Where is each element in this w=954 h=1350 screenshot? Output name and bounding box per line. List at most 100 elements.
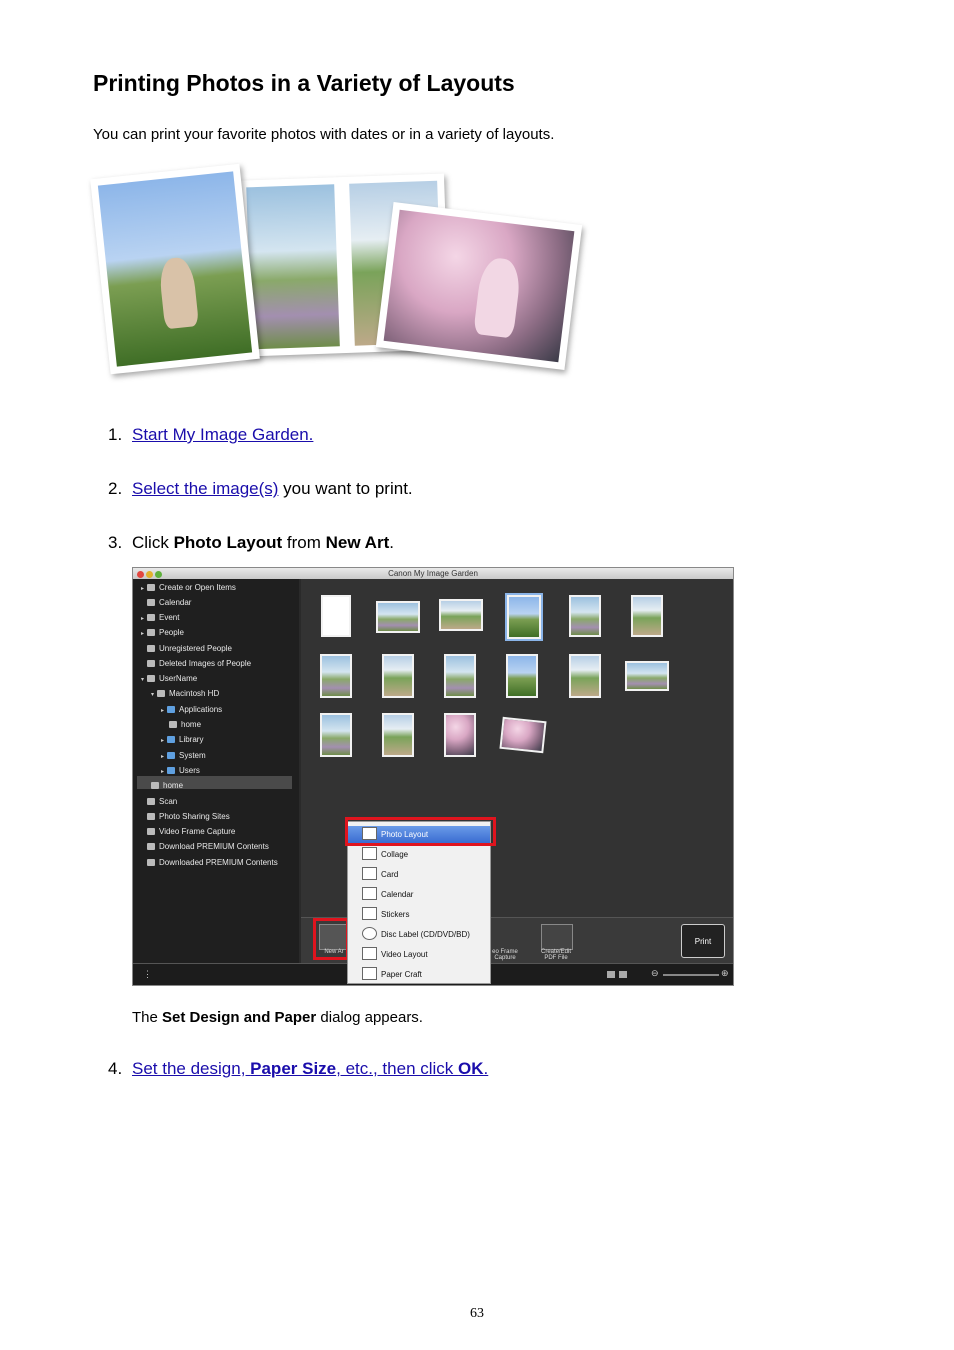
sidebar-item-macintosh-hd[interactable]: ▾ Macintosh HD — [151, 689, 219, 698]
thumbnail-photo[interactable] — [320, 654, 352, 698]
calendar-icon — [147, 599, 155, 606]
thumbnail-photo[interactable] — [320, 713, 352, 757]
paper-craft-icon — [362, 967, 377, 980]
zoom-icon[interactable] — [155, 571, 162, 578]
thumbnail-photo[interactable] — [444, 713, 476, 757]
set-design-link[interactable]: Set the design, Paper Size, etc., then c… — [132, 1059, 488, 1078]
sidebar-item-library[interactable]: ▸ Library — [161, 735, 203, 744]
thumbnail-photo[interactable] — [382, 654, 414, 698]
zoom-slider[interactable] — [663, 974, 719, 976]
print-button[interactable]: Print — [681, 924, 725, 958]
sidebar-item-deleted-people[interactable]: Deleted Images of People — [147, 659, 251, 668]
sidebar-item-calendar[interactable]: Calendar — [147, 598, 191, 607]
step-1: 1. Start My Image Garden. — [108, 425, 313, 445]
event-icon — [147, 614, 155, 621]
sidebar-item-home-2[interactable]: home — [151, 781, 183, 790]
menu-item-disc-label[interactable]: Disc Label (CD/DVD/BD) — [348, 926, 490, 944]
folder-icon — [167, 706, 175, 713]
collage-icon — [362, 847, 377, 860]
menu-item-collage[interactable]: Collage — [348, 846, 490, 864]
thumbnail-photo[interactable] — [439, 599, 483, 631]
photo-child-with-dog — [246, 184, 340, 350]
start-my-image-garden-link[interactable]: Start My Image Garden. — [132, 425, 313, 444]
sidebar-item-applications[interactable]: ▸ Applications — [161, 705, 222, 714]
page-title: Printing Photos in a Variety of Layouts — [93, 70, 515, 96]
drive-icon — [157, 690, 165, 697]
sidebar: ▸ Create or Open Items Calendar ▸ Event ▸ P… — [133, 579, 299, 963]
folder-icon — [167, 767, 175, 774]
folder-icon — [167, 752, 175, 759]
thumbnail-photo-selected[interactable] — [505, 593, 543, 641]
step-text: you want to print. — [278, 479, 413, 498]
step-text: Click — [132, 533, 174, 552]
create-icon — [147, 584, 155, 591]
folder-icon — [167, 736, 175, 743]
step-number: 4. — [108, 1059, 123, 1078]
zoom-in-icon[interactable]: ⊕ — [721, 968, 729, 979]
menu-item-paper-craft[interactable]: Paper Craft — [348, 966, 490, 984]
sidebar-item-video-frame[interactable]: Video Frame Capture — [147, 827, 235, 836]
stickers-icon — [362, 907, 377, 920]
window-title: Canon My Image Garden — [388, 569, 478, 578]
home-icon — [151, 782, 159, 789]
disc-icon — [362, 927, 377, 940]
calendar-icon — [362, 887, 377, 900]
person-icon — [147, 629, 155, 636]
new-art-term: New Art — [325, 533, 390, 552]
menu-item-card[interactable]: Card — [348, 866, 490, 884]
thumbnail-photo[interactable] — [382, 713, 414, 757]
photo-layout-term: Photo Layout — [173, 533, 283, 552]
info-icon[interactable]: ⋮ — [143, 969, 152, 980]
photo-child-in-meadow — [97, 171, 253, 367]
thumbnail-document[interactable] — [321, 595, 351, 637]
thumbnail-photo[interactable] — [569, 595, 601, 637]
sidebar-item-downloaded-premium[interactable]: Downloaded PREMIUM Contents — [147, 858, 278, 867]
sidebar-item-username[interactable]: ▾ UserName — [141, 674, 197, 683]
intro-text: You can print your favorite photos with … — [93, 126, 555, 143]
step-text: . — [389, 533, 394, 552]
hero-photo-collage — [90, 163, 592, 385]
photo-layout-highlight — [345, 817, 496, 846]
step-4: 4. Set the design, Paper Size, etc., then… — [108, 1059, 488, 1079]
thumbnail-photo[interactable] — [506, 654, 538, 698]
sidebar-item-photo-sharing[interactable]: Photo Sharing Sites — [147, 812, 230, 821]
sidebar-item-event[interactable]: ▸ Event — [141, 613, 179, 622]
step-2: 2. Select the image(s) you want to print. — [108, 479, 413, 499]
menu-item-calendar[interactable]: Calendar — [348, 886, 490, 904]
step-3: 3. Click Photo Layout from New Art. — [108, 533, 394, 553]
thumbnail-photo[interactable] — [499, 716, 547, 754]
thumbnail-photo[interactable] — [631, 595, 663, 637]
list-view-icon[interactable] — [619, 971, 627, 978]
sidebar-item-download-premium[interactable]: Download PREMIUM Contents — [147, 842, 269, 851]
scan-icon — [147, 798, 155, 805]
minimize-icon[interactable] — [146, 571, 153, 578]
select-images-link[interactable]: Select the image(s) — [132, 479, 278, 498]
sidebar-item-users[interactable]: ▸ Users — [161, 766, 200, 775]
dialog-caption: The Set Design and Paper dialog appears. — [132, 1009, 423, 1026]
grid-view-icon[interactable] — [607, 971, 615, 978]
sidebar-item-home[interactable]: home — [169, 720, 201, 729]
menu-item-stickers[interactable]: Stickers — [348, 906, 490, 924]
sidebar-item-unregistered-people[interactable]: Unregistered People — [147, 644, 232, 653]
page-number: 63 — [470, 1306, 484, 1321]
pdf-icon[interactable] — [541, 924, 573, 950]
zoom-out-icon[interactable]: ⊖ — [651, 968, 659, 979]
photo-card-umbrella — [375, 201, 583, 371]
menu-item-video-layout[interactable]: Video Layout — [348, 946, 490, 964]
step-number: 1. — [108, 425, 123, 444]
close-icon[interactable] — [137, 571, 144, 578]
sidebar-item-create-open[interactable]: ▸ Create or Open Items — [141, 583, 236, 592]
film-icon — [147, 828, 155, 835]
step-text: from — [282, 533, 326, 552]
thumbnail-photo[interactable] — [625, 661, 669, 691]
thumbnail-photo[interactable] — [569, 654, 601, 698]
video-layout-icon — [362, 947, 377, 960]
sidebar-item-scan[interactable]: Scan — [147, 797, 177, 806]
share-icon — [147, 813, 155, 820]
thumbnail-photo[interactable] — [376, 601, 420, 633]
thumbnail-photo[interactable] — [444, 654, 476, 698]
computer-icon — [147, 675, 155, 682]
sidebar-item-people[interactable]: ▸ People — [141, 628, 184, 637]
photo-child-with-umbrella — [383, 209, 575, 363]
sidebar-item-system[interactable]: ▸ System — [161, 751, 206, 760]
